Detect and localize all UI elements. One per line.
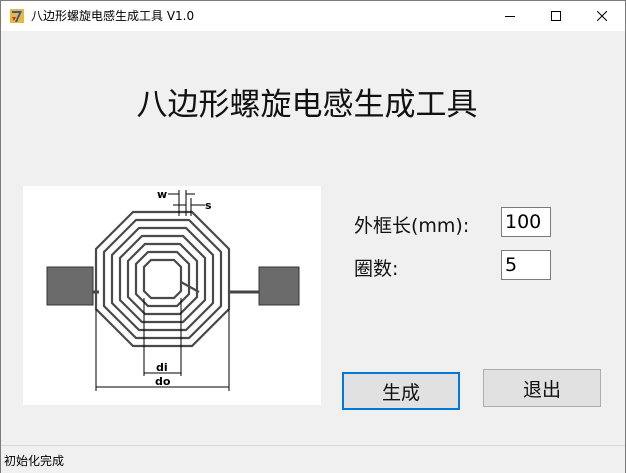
- label-w: w: [157, 188, 167, 201]
- label-do: do: [155, 375, 171, 388]
- label-di: di: [156, 361, 168, 374]
- right-pad: [258, 266, 300, 306]
- close-icon: [597, 11, 607, 21]
- close-button[interactable]: [579, 1, 625, 31]
- page-title: 八边形螺旋电感生成工具: [136, 87, 478, 123]
- status-bar: 初始化完成: [1, 445, 625, 473]
- turns-input[interactable]: [501, 250, 551, 280]
- minimize-button[interactable]: [487, 1, 533, 31]
- title-bar[interactable]: 八边形螺旋电感生成工具 V1.0: [1, 1, 625, 31]
- maximize-button[interactable]: [533, 1, 579, 31]
- exit-button[interactable]: 退出: [483, 369, 601, 407]
- turns-label: 圈数:: [354, 258, 399, 280]
- outer-length-input[interactable]: [501, 207, 551, 237]
- maximize-icon: [551, 11, 561, 21]
- spiral-traces: [94, 210, 231, 348]
- window-title: 八边形螺旋电感生成工具 V1.0: [31, 9, 195, 23]
- inductor-diagram: w s di do: [23, 186, 321, 405]
- status-text: 初始化完成: [4, 454, 65, 468]
- outer-length-label: 外框长(mm):: [354, 215, 470, 237]
- minimize-icon: [505, 16, 515, 17]
- generate-button[interactable]: 生成: [342, 372, 460, 410]
- app-window: 八边形螺旋电感生成工具 V1.0 八边形螺旋电感生成工具 w s di do 外…: [0, 0, 626, 473]
- app-logo-icon: [10, 9, 24, 23]
- left-pad: [46, 266, 94, 306]
- label-s: s: [205, 199, 212, 212]
